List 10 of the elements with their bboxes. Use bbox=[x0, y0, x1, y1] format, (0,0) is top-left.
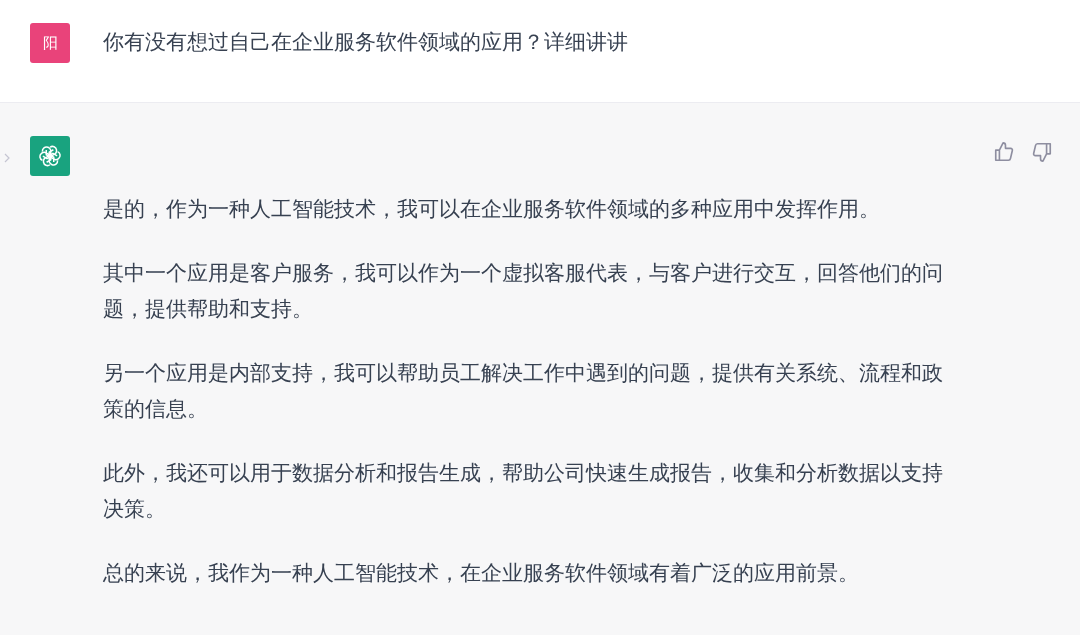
answer-paragraph: 其中一个应用是客户服务，我可以作为一个虚拟客服代表，与客户进行交互，回答他们的问题，提供帮助和支持。 bbox=[103, 260, 944, 322]
answer-paragraph: 是的，作为一种人工智能技术，我可以在企业服务软件领域的多种应用中发挥作用。 bbox=[103, 196, 881, 222]
answer-paragraph: 另一个应用是内部支持，我可以帮助员工解决工作中遇到的问题，提供有关系统、流程和政策的信息。 bbox=[103, 360, 944, 422]
user-avatar: 阳 bbox=[30, 23, 70, 63]
user-message-text: 你有没有想过自己在企业服务软件领域的应用？详细讲讲 bbox=[103, 29, 628, 55]
answer-paragraph: 此外，我还可以用于数据分析和报告生成，帮助公司快速生成报告，收集和分析数据以支持决策。 bbox=[103, 460, 944, 522]
chevron-right-icon bbox=[4, 153, 10, 163]
thumbs-down-icon[interactable] bbox=[1031, 141, 1053, 163]
thumbs-up-icon[interactable] bbox=[993, 141, 1015, 163]
answer-paragraph: 总的来说，我作为一种人工智能技术，在企业服务软件领域有着广泛的应用前景。 bbox=[103, 560, 860, 586]
